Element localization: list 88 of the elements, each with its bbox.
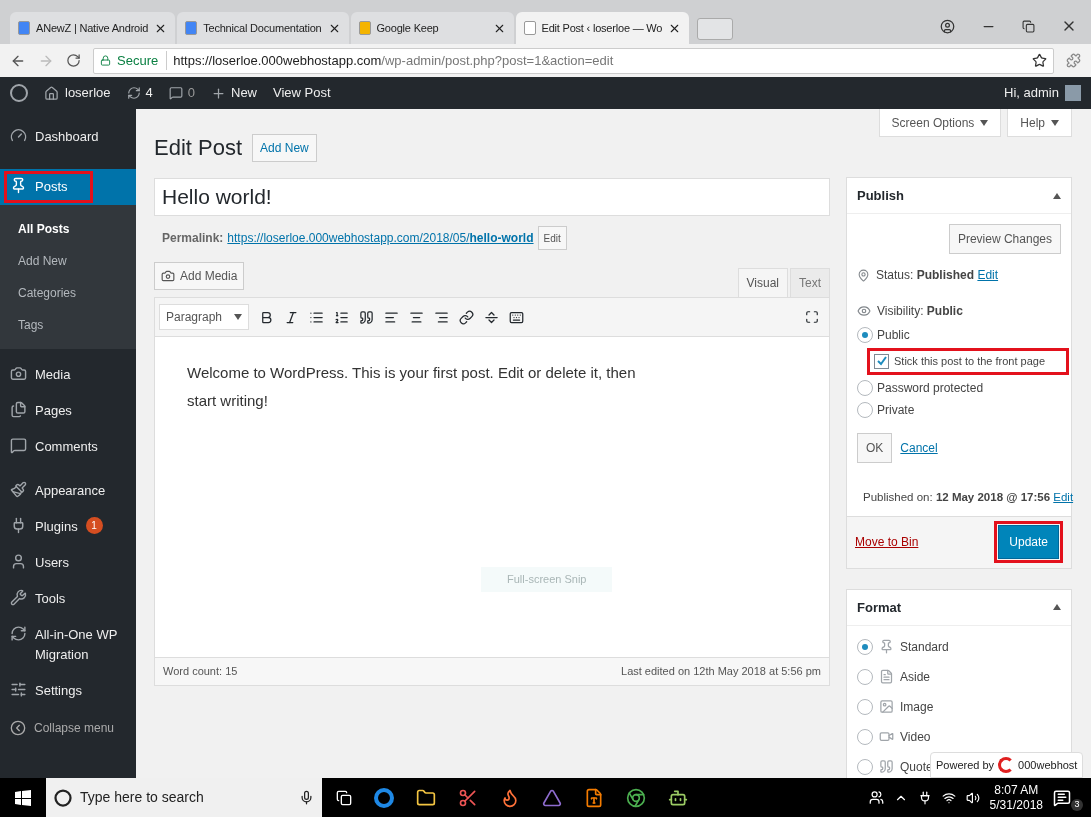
updates-link[interactable]: 4 — [126, 83, 153, 103]
edit-link[interactable]: Edit — [1053, 490, 1074, 503]
update-button[interactable]: Update — [998, 525, 1059, 560]
brand-name: 000webhost — [1018, 757, 1078, 773]
editor-tab[interactable]: Text — [790, 268, 830, 298]
screen-options-button[interactable]: Screen Options — [878, 109, 1002, 137]
new-link[interactable]: New — [211, 83, 257, 103]
tab-title: ANewZ | Native Android — [36, 20, 149, 36]
sidebar-item[interactable]: Appearance — [0, 473, 136, 509]
browser-tab[interactable]: Google Keep — [350, 12, 514, 44]
sidebar-item[interactable]: Posts — [0, 169, 136, 205]
site-link[interactable]: loserloe — [44, 83, 111, 103]
tab-title: Google Keep — [376, 20, 440, 36]
sidebar-item[interactable]: Pages — [0, 393, 136, 429]
snip-hint: Full-screen Snip — [481, 567, 613, 592]
sidebar-item[interactable]: Tools — [0, 581, 136, 617]
sidebar-item[interactable]: Plugins 1 — [0, 509, 136, 545]
last-edited: Last edited on 12th May 2018 at 5:56 pm — [621, 664, 821, 680]
account-link[interactable]: Hi, admin — [1004, 83, 1081, 103]
cancel-link[interactable]: Cancel — [900, 438, 938, 457]
status-text: Status: Published Edit — [876, 267, 999, 284]
menu-label: Dashboard — [35, 128, 99, 146]
post-title-field[interactable]: Hello world! — [154, 178, 830, 216]
word-count: Word count: 15 — [163, 664, 238, 680]
sidebar-item[interactable]: Dashboard — [0, 119, 136, 155]
page-title: Edit Post — [154, 134, 243, 162]
add-media-button[interactable]: Add Media — [154, 262, 245, 290]
tab-title: Technical Documentation — [203, 20, 322, 36]
publish-heading: Publish — [857, 186, 904, 205]
view-post-link[interactable]: View Post — [273, 83, 331, 103]
radio-label: Private — [877, 401, 915, 419]
radio-label: Public — [877, 327, 910, 344]
preview-changes-button[interactable]: Preview Changes — [948, 224, 1061, 254]
permalink-edit-button[interactable]: Edit — [537, 226, 567, 250]
menu-label: Appearance — [35, 482, 106, 500]
move-to-bin-link[interactable]: Move to Bin — [855, 533, 919, 552]
browser-tab[interactable]: ANewZ | Native Android — [10, 12, 176, 44]
menu-label: Posts — [35, 178, 68, 196]
published-on-text: Published on: 12 May 2018 @ 17:56 Edit — [863, 489, 1074, 505]
address-bar[interactable]: Secure https://loserloe.000webhostapp.com/wp-admin/post.php?post=1&action=edit — [93, 47, 1054, 74]
editor-tab[interactable]: Visual — [737, 268, 788, 298]
sidebar-item[interactable]: Users — [0, 545, 136, 581]
secure-label: Secure — [117, 50, 168, 71]
radio-label: Password protected — [877, 379, 984, 397]
radio-label: Video — [900, 728, 931, 746]
sidebar-item[interactable]: Media — [0, 357, 136, 393]
add-new-button[interactable]: Add New — [252, 133, 317, 162]
format-heading: Format — [857, 598, 902, 617]
notification-count: 3 — [1071, 798, 1083, 811]
format-select[interactable]: Paragraph — [159, 304, 249, 330]
permalink-link[interactable]: https://loserloe.000webhostapp.com/2018/05/hello-world — [227, 229, 534, 247]
menu-label: Users — [35, 554, 69, 572]
submenu-item[interactable]: Categories — [0, 277, 136, 309]
sidebar-item[interactable]: Comments — [0, 429, 136, 465]
taskbar-search-field[interactable]: Type here to search — [46, 778, 322, 817]
powered-by-label: Powered by — [936, 757, 995, 773]
sidebar-item[interactable]: Settings — [0, 673, 136, 709]
menu-label: Pages — [35, 402, 72, 420]
edit-link[interactable]: Edit — [977, 268, 999, 282]
menu-label: Plugins — [35, 518, 78, 536]
permalink-label: Permalink: — [162, 230, 224, 247]
sidebar-item[interactable]: All-in-One WP Migration — [0, 617, 136, 673]
checkbox-label: Stick this post to the front page — [894, 354, 1046, 369]
radio-label: Image — [900, 698, 934, 716]
visibility-text: Visibility: Public — [877, 303, 963, 320]
radio-label: Aside — [900, 668, 931, 686]
menu-label: Settings — [35, 682, 82, 700]
count-badge: 1 — [85, 517, 103, 534]
sticky-option[interactable]: Stick this post to the front page — [867, 348, 1069, 375]
browser-tab[interactable]: Technical Documentation — [177, 12, 349, 44]
menu-label: Comments — [35, 438, 98, 456]
browser-tab[interactable]: Edit Post ‹ loserloe — Wo — [515, 12, 690, 44]
tab-title: Edit Post ‹ loserloe — Wo — [541, 20, 663, 36]
submenu-item[interactable]: Tags — [0, 309, 136, 341]
collapse-menu-button[interactable]: Collapse menu — [0, 709, 136, 747]
submenu-item[interactable]: All Posts — [0, 213, 136, 245]
menu-label: All-in-One WP Migration — [35, 626, 119, 664]
menu-label: Media — [35, 366, 71, 384]
ok-button[interactable]: OK — [857, 432, 893, 463]
radio-label: Standard — [900, 638, 949, 656]
submenu-item[interactable]: Add New — [0, 245, 136, 277]
menu-label: Tools — [35, 590, 66, 608]
url-host: https://loserloe.000webhostapp.com — [173, 51, 382, 70]
help-button[interactable]: Help — [1007, 109, 1072, 137]
clock[interactable]: 8:07 AM 5/31/2018 — [989, 782, 1043, 813]
post-content: Welcome to WordPress. This is your first post. Edit or delete it, then start writing! — [187, 363, 637, 411]
url-path: /wp-admin/post.php?post=1&action=edit — [381, 51, 614, 70]
comments-link[interactable]: 0 — [168, 83, 195, 103]
